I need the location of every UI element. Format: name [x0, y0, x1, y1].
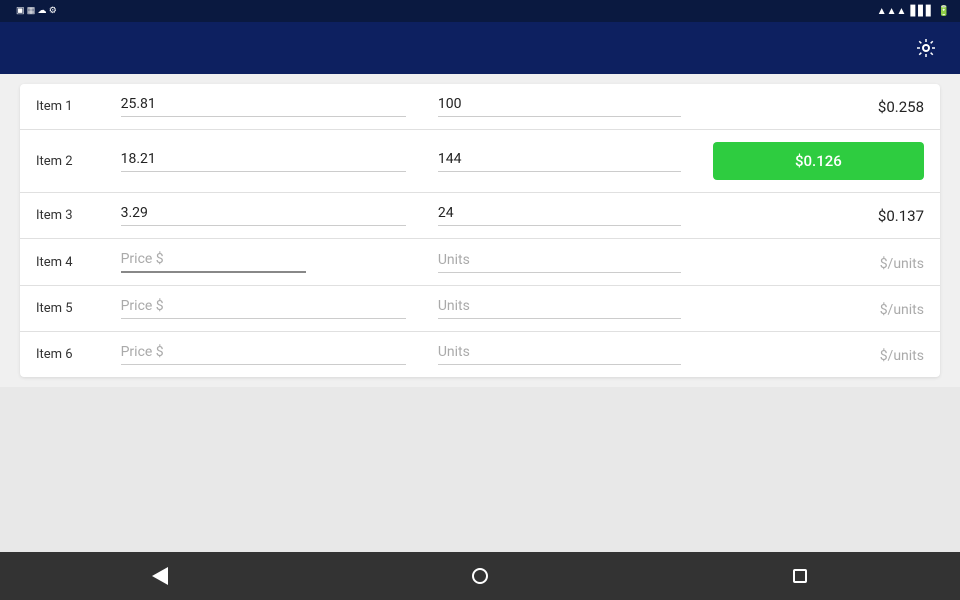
- result-cell: $/units: [697, 286, 940, 332]
- result-cell: $/units: [697, 332, 940, 378]
- data-table: Item 1 25.81 100 $0.258Item 2 18.21 144 …: [20, 84, 940, 377]
- price-cell: 18.21: [105, 130, 422, 193]
- price-underline: [121, 225, 406, 226]
- units-cell[interactable]: Units: [422, 332, 697, 378]
- item-label: Item 2: [20, 130, 105, 193]
- price-underline: [121, 364, 406, 365]
- units-placeholder: Units: [438, 298, 681, 318]
- units-value: 144: [438, 151, 681, 171]
- signal-icon: ▋▋▋: [910, 6, 933, 17]
- units-value: 100: [438, 96, 681, 116]
- units-underline: [438, 225, 681, 226]
- wifi-icon: ▲▲▲: [877, 6, 907, 17]
- table-row: Item 3 3.29 24 $0.137: [20, 193, 940, 239]
- table-row: Item 6 Price $ Units $/units: [20, 332, 940, 378]
- table-row: Item 4 Price $ Units $/units: [20, 239, 940, 286]
- price-underline: [121, 171, 406, 172]
- home-icon: [472, 568, 488, 584]
- units-field: 24: [438, 205, 681, 226]
- price-field: Price $: [121, 251, 406, 273]
- price-field: 18.21: [121, 151, 406, 172]
- units-field: Units: [438, 344, 681, 365]
- price-cell: 3.29: [105, 193, 422, 239]
- price-cell[interactable]: Price $: [105, 286, 422, 332]
- title-actions: [732, 30, 944, 66]
- result-value: $0.258: [878, 98, 924, 116]
- price-placeholder: Price $: [121, 298, 406, 318]
- units-cell: 24: [422, 193, 697, 239]
- result-placeholder: $/units: [880, 256, 924, 272]
- price-field: 25.81: [121, 96, 406, 117]
- price-cell: 25.81: [105, 84, 422, 130]
- price-underline: [121, 271, 306, 273]
- item-label: Item 3: [20, 193, 105, 239]
- price-value: 25.81: [121, 96, 406, 116]
- recents-button[interactable]: [775, 556, 825, 596]
- units-field: Units: [438, 298, 681, 319]
- units-value: 24: [438, 205, 681, 225]
- units-placeholder: Units: [438, 252, 681, 272]
- table-row: Item 1 25.81 100 $0.258: [20, 84, 940, 130]
- units-cell[interactable]: Units: [422, 239, 697, 286]
- item-label: Item 6: [20, 332, 105, 378]
- status-bar-left: ▣ ▦ ☁ ⚙: [10, 6, 57, 16]
- units-underline: [438, 318, 681, 319]
- units-field: 144: [438, 151, 681, 172]
- title-bar: [0, 22, 960, 74]
- price-cell[interactable]: Price $: [105, 239, 422, 286]
- units-underline: [438, 116, 681, 117]
- units-underline: [438, 364, 681, 365]
- notification-icons: ▣ ▦ ☁ ⚙: [16, 6, 57, 16]
- minimize-button[interactable]: [776, 30, 812, 66]
- price-underline: [121, 116, 406, 117]
- status-bar-right: ▲▲▲ ▋▋▋ 🔋: [877, 6, 950, 17]
- result-cell: $0.258: [697, 84, 940, 130]
- bottom-navigation: [0, 552, 960, 600]
- settings-button[interactable]: [908, 30, 944, 66]
- table-row: Item 2 18.21 144 $0.126: [20, 130, 940, 193]
- back-icon: [152, 567, 168, 585]
- result-highlight: $0.126: [713, 142, 924, 180]
- price-placeholder: Price $: [121, 344, 406, 364]
- price-value: 18.21: [121, 151, 406, 171]
- units-cell: 144: [422, 130, 697, 193]
- result-placeholder: $/units: [880, 348, 924, 364]
- result-value: $0.137: [878, 207, 924, 225]
- sort-button[interactable]: [864, 30, 900, 66]
- result-cell: $0.137: [697, 193, 940, 239]
- price-value: 3.29: [121, 205, 406, 225]
- result-cell: $0.126: [697, 130, 940, 193]
- add-button[interactable]: [820, 30, 856, 66]
- price-cell[interactable]: Price $: [105, 332, 422, 378]
- price-underline: [121, 318, 406, 319]
- item-label: Item 5: [20, 286, 105, 332]
- content-area: Item 1 25.81 100 $0.258Item 2 18.21 144 …: [0, 74, 960, 387]
- close-button[interactable]: [732, 30, 768, 66]
- price-field: Price $: [121, 344, 406, 365]
- result-cell: $/units: [697, 239, 940, 286]
- units-underline: [438, 171, 681, 172]
- item-label: Item 1: [20, 84, 105, 130]
- table-row: Item 5 Price $ Units $/units: [20, 286, 940, 332]
- units-cell: 100: [422, 84, 697, 130]
- recents-icon: [793, 569, 807, 583]
- result-placeholder: $/units: [880, 302, 924, 318]
- units-underline: [438, 272, 681, 273]
- units-placeholder: Units: [438, 344, 681, 364]
- home-button[interactable]: [455, 556, 505, 596]
- battery-icon: 🔋: [938, 6, 950, 17]
- units-field: 100: [438, 96, 681, 117]
- price-field: Price $: [121, 298, 406, 319]
- units-cell[interactable]: Units: [422, 286, 697, 332]
- item-label: Item 4: [20, 239, 105, 286]
- status-bar: ▣ ▦ ☁ ⚙ ▲▲▲ ▋▋▋ 🔋: [0, 0, 960, 22]
- back-button[interactable]: [135, 556, 185, 596]
- price-placeholder: Price $: [121, 251, 406, 271]
- price-field: 3.29: [121, 205, 406, 226]
- units-field: Units: [438, 252, 681, 273]
